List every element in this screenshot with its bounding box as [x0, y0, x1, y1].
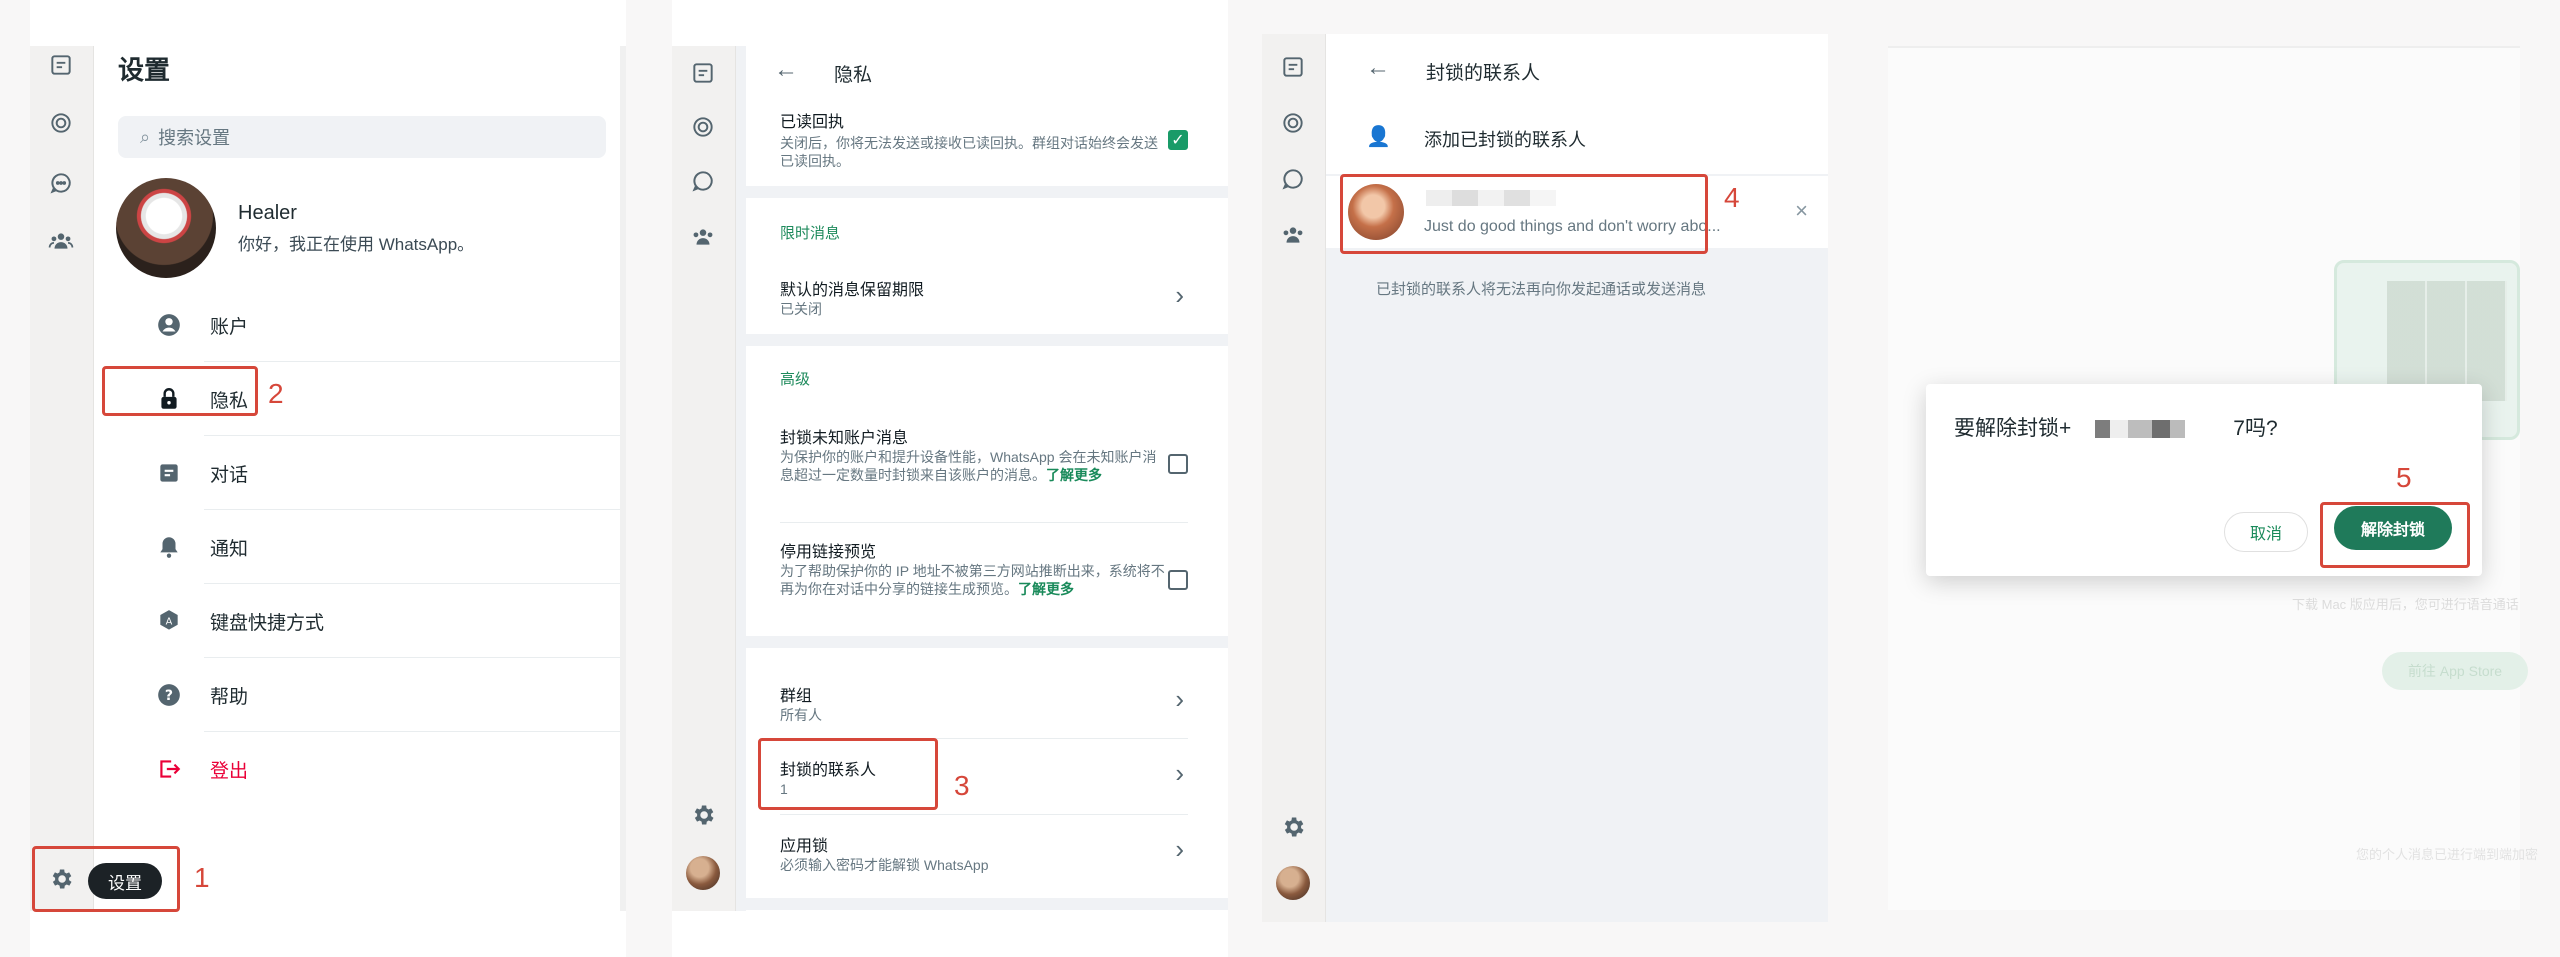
app-lock-row[interactable]: 应用锁 必须输入密码才能解锁 WhatsApp: [780, 832, 988, 874]
read-receipts-row[interactable]: 已读回执 关闭后，你将无法发送或接收已读回执。群组对话始终会发送已读回执。: [780, 108, 1200, 170]
menu-item-label: 通知: [210, 538, 249, 560]
back-arrow-icon[interactable]: ←: [1366, 54, 1390, 82]
chat-icon: [156, 460, 182, 486]
encryption-footer: 您的个人消息已进行端到端加密: [2356, 847, 2539, 862]
step-1-label: 1: [194, 862, 210, 893]
menu-item-label: 账户: [210, 316, 249, 338]
menu-item[interactable]: 通知: [118, 510, 620, 584]
blocked-contacts-panel: ← 封锁的联系人 👤 添加已封锁的联系人 Just do good things…: [1262, 34, 1828, 922]
search-placeholder: 搜索设置: [158, 128, 231, 148]
menu-item[interactable]: 账户: [118, 288, 620, 362]
step-2-label: 2: [268, 378, 284, 409]
communities-icon[interactable]: [688, 222, 718, 252]
block-unknown-row[interactable]: 封锁未知账户消息 为保护你的账户和提升设备性能，WhatsApp 会在未知账户消…: [780, 424, 1180, 484]
menu-item[interactable]: ? 帮助: [118, 658, 620, 732]
menu-item-label: 帮助: [210, 686, 249, 708]
channels-icon[interactable]: [1278, 164, 1308, 194]
lock-icon: [156, 386, 182, 412]
default-timer-row[interactable]: 默认的消息保留期限 已关闭: [780, 276, 1210, 318]
status-icon[interactable]: [46, 108, 76, 138]
unblock-dialog-panel: 前往 App Store 下载 Mac 版应用后，您可进行语音通话 您的个人消息…: [1888, 46, 2538, 910]
nav-rail: [30, 46, 94, 911]
blocked-contacts-row[interactable]: 封锁的联系人 1: [780, 756, 876, 798]
add-person-icon: 👤: [1366, 126, 1391, 148]
channels-icon[interactable]: [46, 168, 76, 198]
svg-text:A: A: [166, 616, 173, 627]
learn-more-link[interactable]: 了解更多: [1046, 467, 1102, 483]
search-icon: ⌕: [140, 126, 151, 147]
step-4-label: 4: [1724, 182, 1740, 213]
profile-row[interactable]: Healer 你好，我正在使用 WhatsApp。: [116, 178, 616, 278]
chats-icon[interactable]: [688, 58, 718, 88]
channels-icon[interactable]: [688, 166, 718, 196]
page-title: 隐私: [834, 65, 873, 86]
help-icon: ?: [156, 682, 182, 708]
status-icon[interactable]: [688, 112, 718, 142]
section-advanced: 高级: [780, 371, 811, 388]
logout-icon: [156, 756, 182, 782]
contact-avatar: [1348, 184, 1404, 240]
settings-menu: 账户 隐私 对话 通知 A 键盘快捷方式? 帮助 登出: [118, 288, 620, 806]
link-preview-row[interactable]: 停用链接预览 为了帮助保护你的 IP 地址不被第三方网站推断出来，系统将不再为你…: [780, 538, 1180, 598]
profile-status: 你好，我正在使用 WhatsApp。: [238, 235, 475, 254]
learn-more-link[interactable]: 了解更多: [1018, 581, 1074, 597]
menu-item-label: 隐私: [210, 390, 249, 412]
settings-gear-icon[interactable]: [1278, 812, 1308, 842]
read-receipts-checkbox[interactable]: ✓: [1168, 130, 1188, 150]
menu-item-label: 登出: [210, 760, 249, 782]
download-info-text: 下载 Mac 版应用后，您可进行语音通话: [2292, 597, 2519, 612]
menu-item[interactable]: A 键盘快捷方式: [118, 584, 620, 658]
unblock-button[interactable]: 解除封锁: [2334, 506, 2452, 550]
menu-item[interactable]: 对话: [118, 436, 620, 510]
communities-icon[interactable]: [46, 226, 76, 256]
nav-rail: [672, 46, 736, 911]
menu-item-label: 对话: [210, 464, 249, 486]
svg-text:?: ?: [165, 688, 173, 704]
keyboard-icon: A: [156, 608, 182, 634]
menu-item-label: 键盘快捷方式: [210, 612, 325, 634]
settings-panel: 设置 ⌕ 搜索设置 Healer 你好，我正在使用 WhatsApp。 账户隐私…: [30, 0, 626, 957]
cancel-button[interactable]: 取消: [2224, 512, 2308, 552]
app-store-button[interactable]: 前往 App Store: [2382, 652, 2528, 690]
avatar[interactable]: [1276, 866, 1310, 900]
bell-icon: [156, 534, 182, 560]
menu-item[interactable]: 登出: [118, 732, 620, 806]
page-title: 设置: [118, 55, 171, 85]
back-arrow-icon[interactable]: ←: [774, 56, 798, 84]
avatar: [116, 178, 216, 278]
chats-icon[interactable]: [1278, 52, 1308, 82]
menu-item[interactable]: 隐私: [118, 362, 620, 436]
chevron-right-icon: ›: [1175, 758, 1184, 788]
groups-row[interactable]: 群组 所有人: [780, 682, 822, 724]
account-circle-icon: [156, 312, 182, 338]
chats-icon[interactable]: [46, 50, 76, 80]
contact-status: Just do good things and don't worry abo.…: [1424, 218, 1721, 235]
close-icon[interactable]: ×: [1795, 198, 1808, 224]
avatar[interactable]: [686, 856, 720, 890]
dialog-message: 要解除封锁+ 7吗?: [1954, 417, 2278, 440]
communities-icon[interactable]: [1278, 220, 1308, 250]
profile-name: Healer: [238, 202, 297, 224]
add-blocked-contact-row[interactable]: 👤 添加已封锁的联系人: [1366, 124, 1586, 150]
settings-gear-icon[interactable]: [46, 864, 76, 894]
chevron-right-icon: ›: [1175, 280, 1184, 310]
step-3-label: 3: [954, 770, 970, 801]
section-ephemeral: 限时消息: [780, 225, 841, 242]
search-input[interactable]: ⌕ 搜索设置: [118, 116, 606, 158]
blocked-footnote: 已封锁的联系人将无法再向你发起通话或发送消息: [1376, 281, 1707, 298]
settings-chip[interactable]: 设置: [88, 863, 162, 899]
privacy-panel: ← 隐私 已读回执 关闭后，你将无法发送或接收已读回执。群组对话始终会发送已读回…: [672, 0, 1228, 957]
blocked-contact-item[interactable]: Just do good things and don't worry abo.…: [1326, 176, 1828, 248]
chevron-right-icon: ›: [1175, 684, 1184, 714]
page-title: 封锁的联系人: [1426, 63, 1541, 84]
chevron-right-icon: ›: [1175, 834, 1184, 864]
phone-redacted: [2077, 420, 2228, 439]
link-preview-checkbox[interactable]: [1168, 570, 1188, 590]
status-icon[interactable]: [1278, 108, 1308, 138]
settings-gear-icon[interactable]: [688, 800, 718, 830]
step-5-label: 5: [2396, 462, 2412, 493]
contact-name-redacted: [1426, 190, 1556, 206]
nav-rail: [1262, 34, 1326, 922]
block-unknown-checkbox[interactable]: [1168, 454, 1188, 474]
